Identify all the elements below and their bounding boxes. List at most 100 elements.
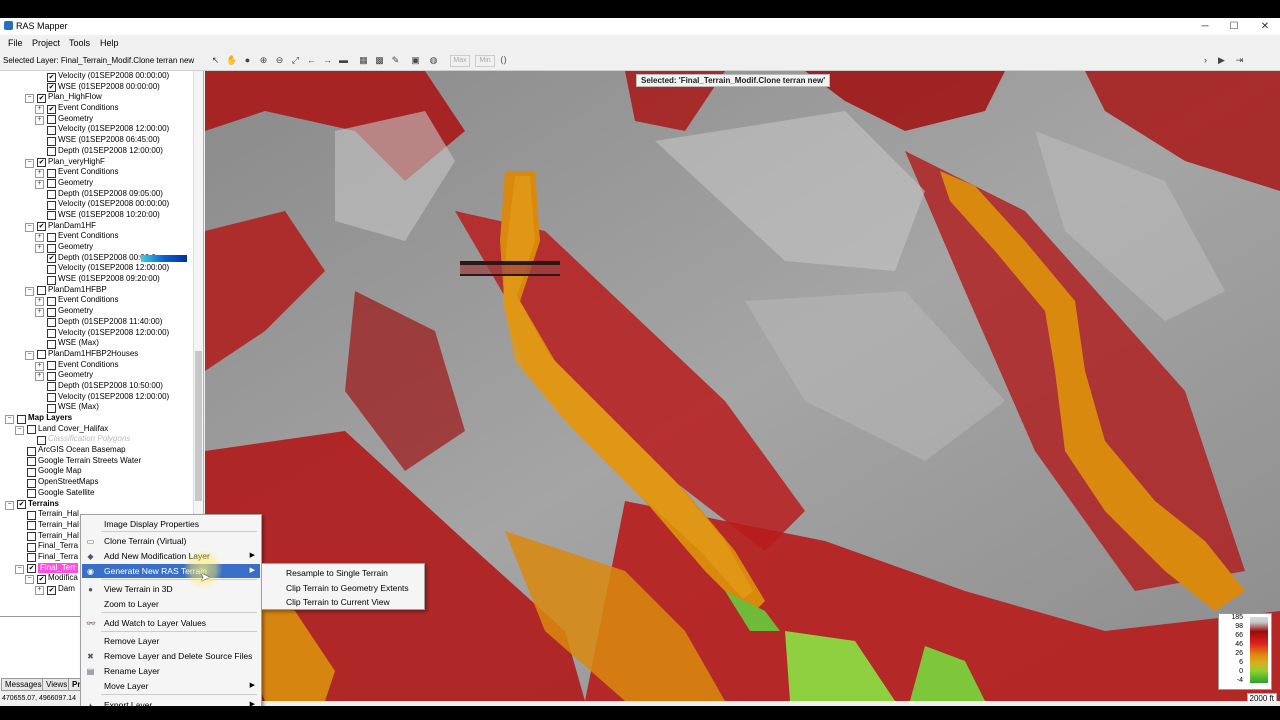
tree-row[interactable]: Depth (01SEP2008 11:40:00) (0, 317, 200, 328)
tree-row[interactable]: Depth (01SEP2008 10:50:00) (0, 381, 200, 392)
tree-row[interactable]: WSE (01SEP2008 10:20:00) (0, 210, 200, 221)
submenu-item-clip-terrain-to-geometry-extents[interactable]: Clip Terrain to Geometry Extents (263, 581, 423, 595)
tree-row[interactable]: Google Map (0, 466, 200, 477)
expand-toggle[interactable]: − (25, 94, 34, 104)
menu-item-image-display-properties[interactable]: Image Display Properties (82, 517, 260, 531)
tree-row[interactable]: − ✔ Plan_veryHighF (0, 157, 200, 168)
layer-checkbox[interactable] (47, 232, 56, 242)
grid-icon[interactable]: ▩ (374, 55, 385, 66)
expand-toggle[interactable]: + (35, 586, 44, 595)
layer-checkbox[interactable] (47, 115, 56, 125)
layer-checkbox[interactable] (47, 243, 56, 253)
zoom-out-icon[interactable]: ⊖ (274, 55, 285, 66)
full-extent-icon[interactable]: ⤢ (290, 55, 301, 66)
tree-row[interactable]: Velocity (01SEP2008 12:00:00) (0, 392, 200, 403)
layer-checkbox[interactable] (27, 478, 36, 488)
menu-file[interactable]: File (8, 38, 23, 48)
menu-item-remove-layer[interactable]: Remove Layer (82, 634, 260, 648)
expand-toggle[interactable]: + (35, 105, 44, 115)
layer-checkbox[interactable] (17, 414, 26, 424)
tree-row[interactable]: + Geometry (0, 178, 200, 189)
tree-row[interactable]: + Event Conditions (0, 295, 200, 307)
layer-checkbox[interactable] (27, 425, 36, 435)
tree-row[interactable]: + Geometry (0, 114, 200, 125)
layer-checkbox[interactable] (47, 147, 56, 157)
expand-toggle[interactable]: − (25, 575, 34, 585)
tree-row[interactable]: + Event Conditions (0, 167, 200, 179)
layer-checkbox[interactable] (27, 521, 36, 531)
layer-checkbox[interactable] (47, 307, 56, 317)
expand-toggle[interactable]: + (35, 308, 44, 318)
tree-row[interactable]: Google Terrain Streets Water (0, 456, 200, 467)
layer-checkbox[interactable]: ✔ (27, 564, 36, 574)
layer-checkbox[interactable] (37, 350, 46, 360)
menu-item-view-terrain-in-3d[interactable]: ● View Terrain in 3D (82, 582, 260, 596)
layer-checkbox[interactable]: ✔ (37, 158, 46, 167)
tree-row[interactable]: Depth (01SEP2008 12:00:00) (0, 146, 200, 157)
expand-toggle[interactable]: − (5, 500, 14, 510)
layer-checkbox[interactable] (27, 489, 36, 499)
tab-views[interactable]: Views (42, 678, 72, 691)
layer-checkbox[interactable]: ✔ (37, 222, 46, 232)
layer-checkbox[interactable]: ✔ (47, 83, 56, 93)
layer-checkbox[interactable] (47, 403, 56, 413)
tree-row[interactable]: − ✔ Terrains (0, 499, 200, 510)
tree-row[interactable]: ✔ Velocity (01SEP2008 00:00:00) (0, 71, 200, 82)
tree-row[interactable]: + ✔ Event Conditions (0, 103, 200, 115)
layer-checkbox[interactable] (47, 200, 56, 210)
tree-row[interactable]: Google Satellite (0, 488, 200, 499)
menu-item-move-layer[interactable]: Move Layer ▶ (82, 679, 260, 693)
expand-toggle[interactable]: + (35, 361, 44, 371)
expand-toggle[interactable]: − (25, 286, 34, 296)
layer-checkbox[interactable]: ✔ (47, 254, 56, 264)
tree-row[interactable]: + Geometry (0, 370, 200, 382)
submenu-item-resample-to-single-terrain[interactable]: Resample to Single Terrain (263, 566, 423, 580)
layer-checkbox[interactable] (27, 542, 36, 552)
menu-item-add-new-modification-layer[interactable]: ◆ Add New Modification Layer ▶ (82, 549, 260, 563)
expand-toggle[interactable]: + (35, 372, 44, 382)
tree-row[interactable]: − Land Cover_Halifax (0, 424, 200, 435)
profile-icon[interactable]: ▦ (358, 55, 369, 66)
menu-item-rename-layer[interactable]: ▤ Rename Layer (82, 664, 260, 678)
expand-toggle[interactable]: − (15, 564, 24, 574)
layer-checkbox[interactable] (47, 329, 56, 338)
tree-row[interactable]: − ✔ PlanDam1HF (0, 221, 200, 232)
layer-checkbox[interactable] (27, 510, 36, 520)
tree-row[interactable]: Velocity (01SEP2008 12:00:00) (0, 124, 200, 135)
layer-checkbox[interactable] (47, 125, 56, 135)
tree-row[interactable]: Velocity (01SEP2008 00:00:00) (0, 199, 200, 210)
pan-tool-icon[interactable]: ✋ (226, 55, 237, 66)
tree-row[interactable]: WSE (01SEP2008 09:20:00) (0, 274, 200, 285)
menu-item-add-watch-to-layer-values[interactable]: 👓 Add Watch to Layer Values (82, 616, 260, 630)
layer-checkbox[interactable] (47, 168, 56, 178)
layer-checkbox[interactable]: ✔ (37, 93, 46, 103)
tree-row[interactable]: + Geometry (0, 306, 200, 318)
layer-checkbox[interactable]: ✔ (47, 72, 56, 82)
tree-row[interactable]: + Event Conditions (0, 360, 200, 371)
layer-checkbox[interactable] (47, 393, 56, 403)
tree-row[interactable]: Velocity (01SEP2008 12:00:00) (0, 328, 200, 339)
layer-checkbox[interactable] (47, 211, 56, 221)
layer-checkbox[interactable] (47, 136, 56, 146)
forward-arrow-icon[interactable]: → (322, 55, 333, 66)
tree-row[interactable]: WSE (Max) (0, 338, 200, 349)
layer-checkbox[interactable] (47, 179, 56, 189)
expand-toggle[interactable]: + (35, 179, 44, 189)
layer-checkbox[interactable] (37, 435, 46, 445)
expand-toggle[interactable]: − (5, 415, 14, 424)
min-button[interactable]: Min (475, 55, 495, 67)
layer-checkbox[interactable] (27, 532, 36, 542)
globe-icon[interactable]: ● (242, 55, 253, 66)
expand-toggle[interactable]: − (15, 425, 24, 435)
layer-checkbox[interactable]: ✔ (37, 574, 46, 584)
menu-item-export-layer[interactable]: ▲ Export Layer ▶ (82, 698, 260, 706)
tree-row[interactable]: WSE (01SEP2008 06:45:00) (0, 135, 200, 146)
select-tool-icon[interactable]: ↖ (210, 55, 221, 66)
minimize-button[interactable]: ─ (1190, 18, 1220, 35)
tree-row[interactable]: Velocity (01SEP2008 12:00:00) (0, 263, 200, 274)
tree-row[interactable]: − Map Layers (0, 413, 200, 424)
back-arrow-icon[interactable]: ← (306, 55, 317, 66)
tree-row[interactable]: − PlanDam1HFBP (0, 285, 200, 296)
zoom-in-icon[interactable]: ⊕ (258, 55, 269, 66)
tree-row[interactable]: Classification Polygons (0, 434, 200, 445)
